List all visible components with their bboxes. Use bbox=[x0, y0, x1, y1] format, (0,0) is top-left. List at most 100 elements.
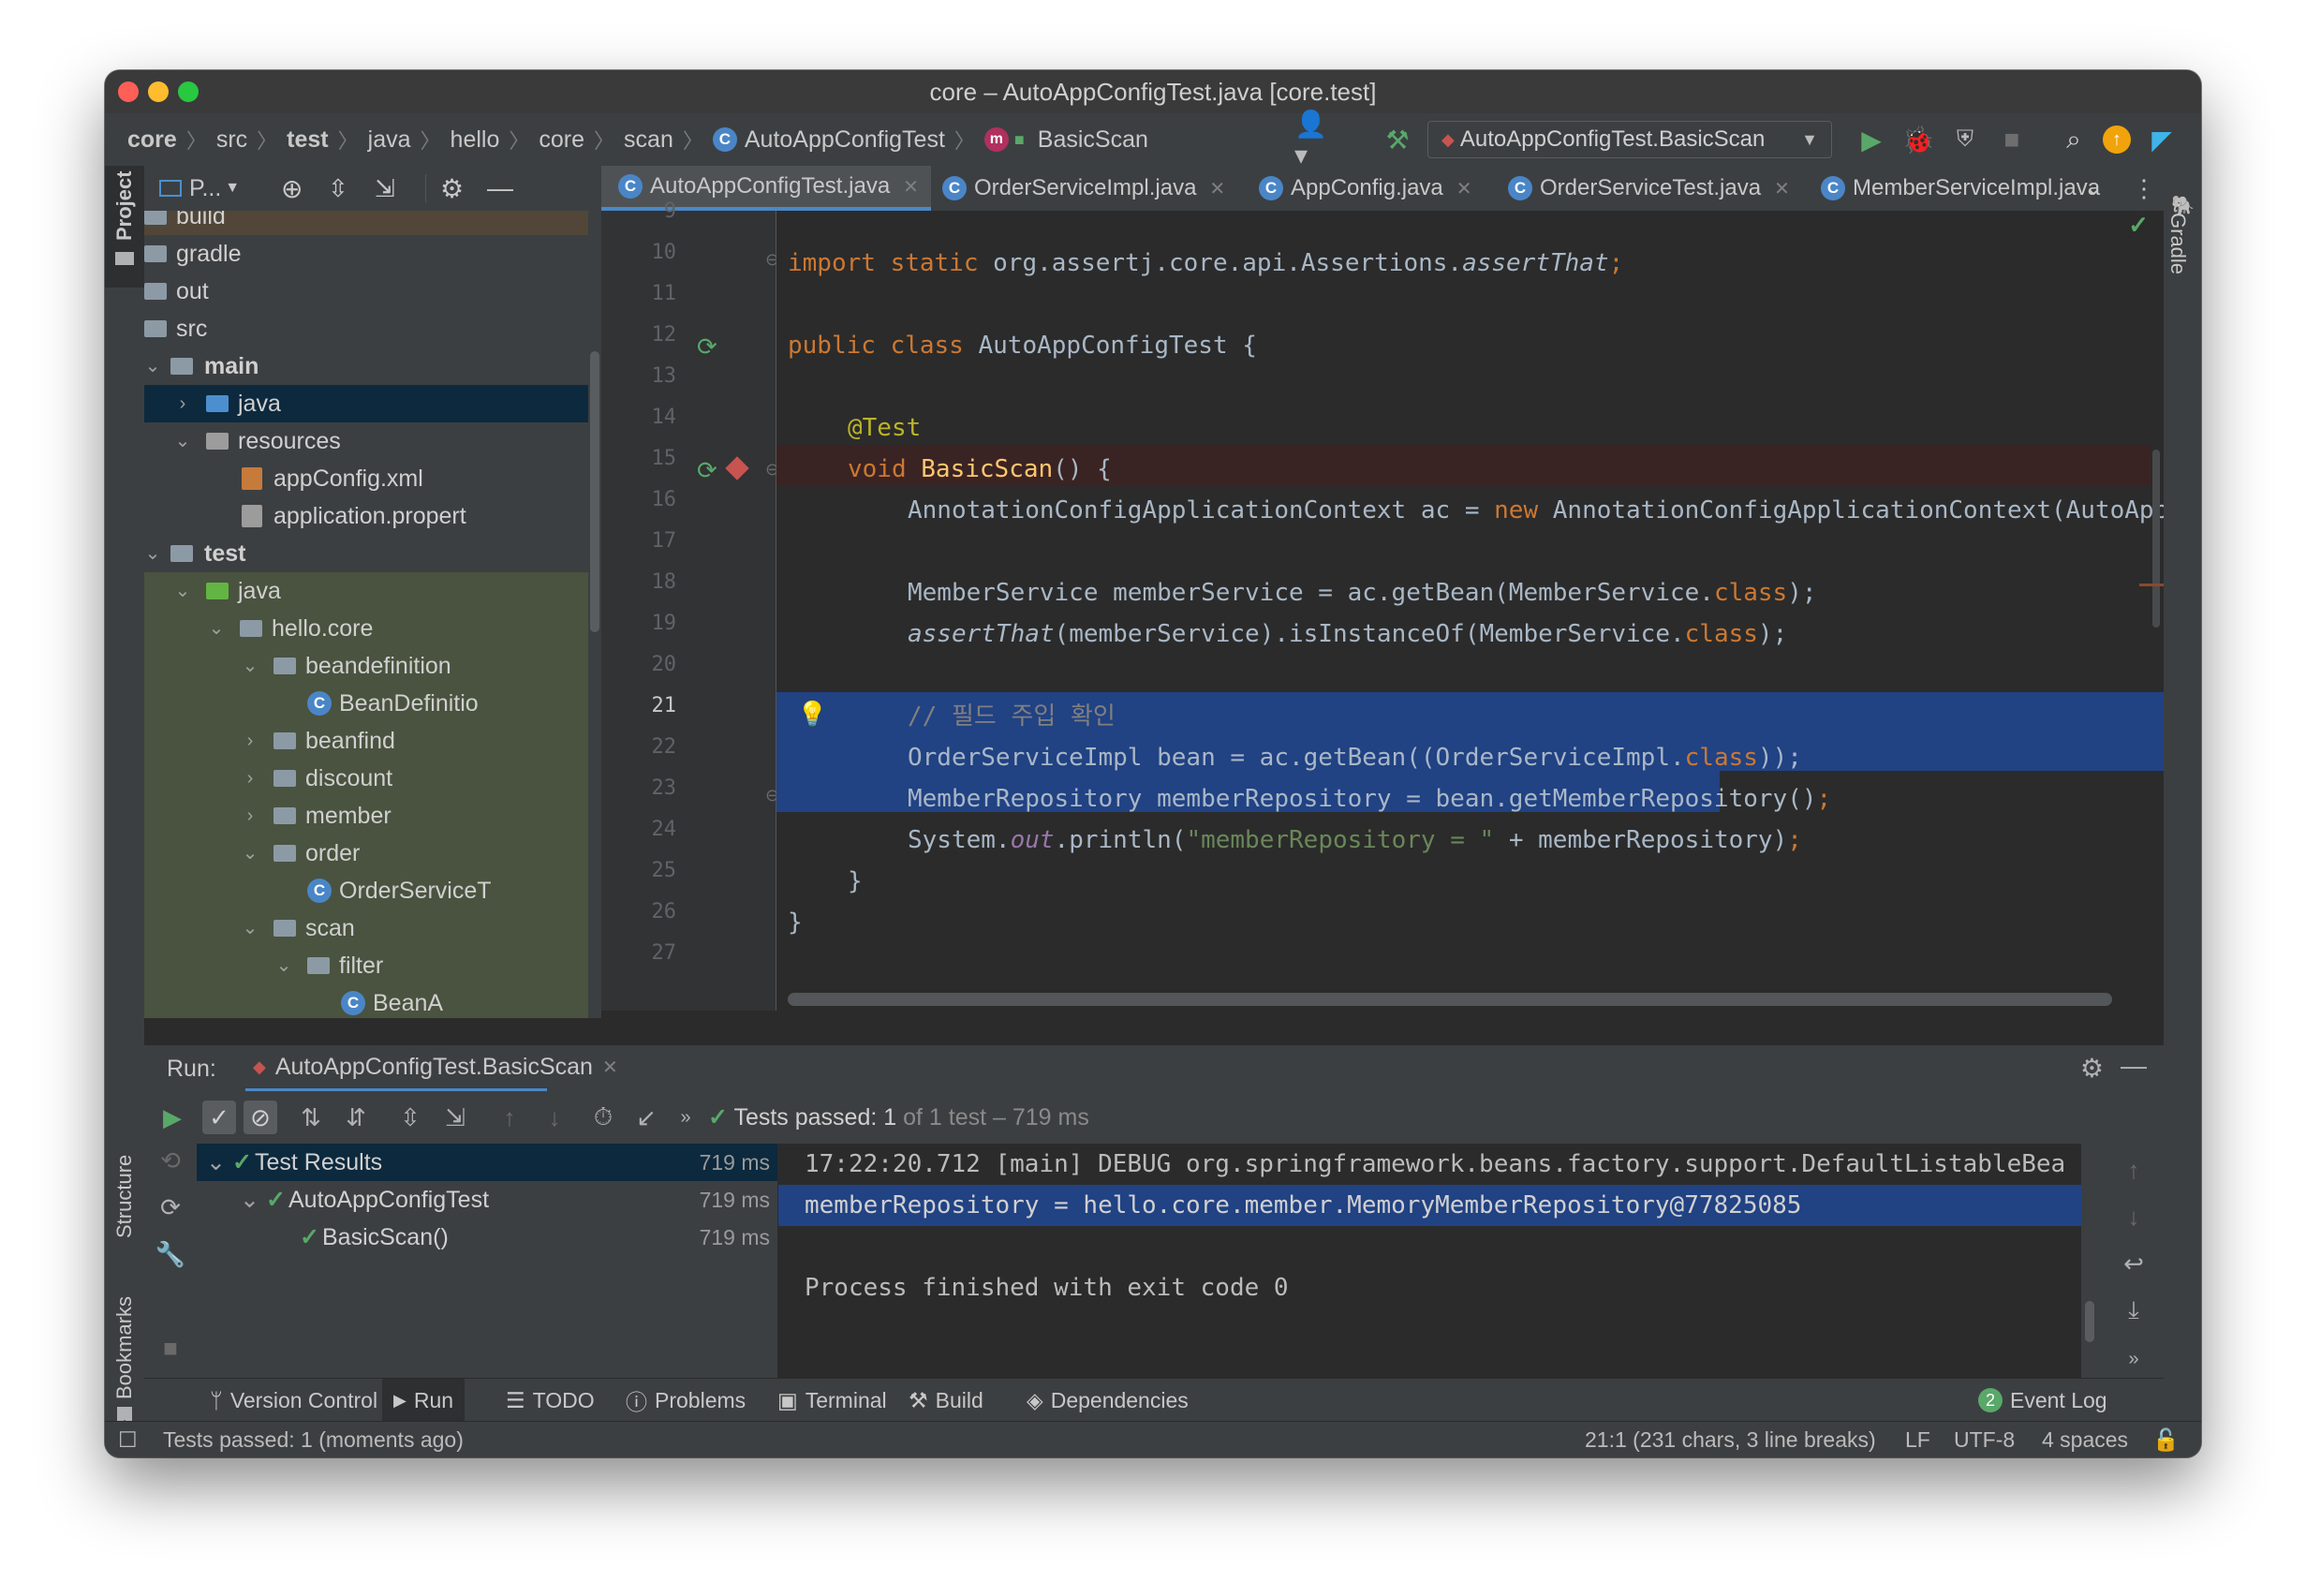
tree-item[interactable]: ⌄ filter bbox=[144, 947, 588, 984]
indent-setting[interactable]: 4 spaces bbox=[2042, 1422, 2128, 1457]
editor-vertical-scrollbar[interactable] bbox=[2152, 450, 2160, 628]
tree-item[interactable]: C OrderServiceT bbox=[144, 872, 588, 909]
tree-item[interactable]: › beanfind bbox=[144, 722, 588, 760]
inspection-ok-icon[interactable]: ✓ bbox=[2128, 211, 2149, 240]
run-icon[interactable]: ▶ bbox=[1853, 121, 1890, 158]
breadcrumb-class[interactable]: C AutoAppConfigTest bbox=[712, 126, 945, 154]
project-view-selector[interactable]: P... bbox=[189, 175, 221, 202]
console-output[interactable]: 17:22:20.712 [main] DEBUG org.springfram… bbox=[778, 1144, 2081, 1406]
console-vertical-scrollbar[interactable] bbox=[2085, 1301, 2094, 1342]
close-icon[interactable]: ✕ bbox=[1774, 177, 1790, 200]
rerun-icon[interactable]: ▶ bbox=[155, 1101, 189, 1134]
stop-icon[interactable]: ■ bbox=[1993, 121, 2031, 158]
tab-memberserviceimpl[interactable]: C MemberServiceImpl.java bbox=[1821, 166, 2100, 211]
lightbulb-icon[interactable]: 💡 bbox=[797, 700, 827, 729]
stop-icon[interactable]: ■ bbox=[154, 1331, 187, 1365]
toggle-auto-test-icon[interactable]: ⟳ bbox=[154, 1190, 187, 1224]
tree-item[interactable]: out bbox=[144, 273, 588, 310]
expand-all-icon[interactable]: ⇳ bbox=[328, 174, 348, 203]
tab-dependencies[interactable]: ◈ Dependencies bbox=[1027, 1379, 1189, 1422]
tree-item[interactable]: ⌄ beandefinition bbox=[144, 647, 588, 685]
show-passed-toggle[interactable]: ✓ bbox=[202, 1101, 236, 1134]
lock-icon[interactable]: 🔓 bbox=[2152, 1422, 2180, 1457]
show-ignored-toggle[interactable]: ⊘ bbox=[244, 1101, 277, 1134]
tab-terminal[interactable]: ▣ Terminal bbox=[777, 1379, 887, 1422]
tab-run[interactable]: ▶ Run bbox=[382, 1379, 466, 1422]
tree-item[interactable]: ⌄ main bbox=[144, 347, 588, 385]
tab-orderservicetest[interactable]: C OrderServiceTest.java ✕ bbox=[1508, 166, 1790, 211]
soft-wrap-icon[interactable]: ↩ bbox=[2117, 1247, 2151, 1280]
tab-appconfig[interactable]: C AppConfig.java ✕ bbox=[1259, 166, 1472, 211]
tab-version-control[interactable]: ᛘ Version Control bbox=[210, 1379, 377, 1422]
more-vertical-icon[interactable]: ⋮ bbox=[2132, 166, 2156, 211]
more-actions-icon[interactable]: » bbox=[669, 1101, 702, 1134]
tab-build[interactable]: ⚒ Build bbox=[909, 1379, 983, 1422]
collapse-all-icon[interactable]: ⇲ bbox=[438, 1101, 472, 1134]
build-hammer-icon[interactable]: ⚒ bbox=[1379, 121, 1416, 158]
breadcrumb-item[interactable]: core bbox=[127, 126, 177, 154]
import-tests-icon[interactable]: ↙ bbox=[629, 1101, 663, 1134]
event-log-button[interactable]: 2 Event Log bbox=[1978, 1379, 2107, 1422]
project-tool-button[interactable]: Project bbox=[105, 166, 144, 288]
caret-position[interactable]: 21:1 (231 chars, 3 line breaks) bbox=[1585, 1422, 1876, 1457]
rerun-failed-icon[interactable]: ⟲ bbox=[154, 1144, 187, 1177]
breadcrumb-item[interactable]: src bbox=[216, 126, 247, 154]
tree-item[interactable]: C BeanDefinitio bbox=[144, 685, 588, 722]
minimize-panel-icon[interactable]: — bbox=[2121, 1051, 2147, 1081]
sort-alphabetically-icon[interactable]: ⇅ bbox=[294, 1101, 328, 1134]
up-stack-trace-icon[interactable]: ↑ bbox=[2117, 1153, 2151, 1187]
minimize-panel-icon[interactable]: — bbox=[487, 173, 513, 203]
gradle-tool-label[interactable]: Gradle bbox=[2166, 213, 2190, 274]
toggle-tool-windows-icon[interactable]: ☐ bbox=[118, 1422, 138, 1457]
tab-list-chevron-icon[interactable]: ⌄ bbox=[2085, 166, 2102, 211]
test-method-row[interactable]: ✓ BasicScan() 719 ms bbox=[197, 1219, 777, 1256]
tree-item[interactable]: ⌄ test bbox=[144, 535, 588, 572]
structure-tool-button[interactable]: Structure bbox=[105, 1112, 144, 1262]
tab-todo[interactable]: ☰ TODO bbox=[506, 1379, 595, 1422]
test-history-icon[interactable]: ⏱ bbox=[586, 1101, 620, 1134]
tab-problems[interactable]: ⓘ Problems bbox=[626, 1379, 746, 1422]
scroll-to-end-icon[interactable]: ⤓ bbox=[2117, 1293, 2151, 1327]
tree-item[interactable]: › discount bbox=[144, 760, 588, 797]
locate-icon[interactable]: ⊕ bbox=[281, 173, 303, 204]
close-icon[interactable]: ✕ bbox=[903, 175, 919, 199]
next-failed-icon[interactable]: ↓ bbox=[538, 1101, 571, 1134]
tree-item[interactable]: ⌄ java bbox=[144, 572, 588, 610]
tree-item[interactable]: src bbox=[144, 310, 588, 347]
wrench-icon[interactable]: 🔧 bbox=[154, 1237, 187, 1271]
tree-item[interactable]: application.propert bbox=[144, 497, 588, 535]
tree-item[interactable]: › java bbox=[144, 385, 588, 422]
user-icon[interactable]: 👤▾ bbox=[1294, 110, 1332, 170]
tree-scrollbar[interactable] bbox=[590, 351, 599, 632]
tree-item[interactable]: appConfig.xml bbox=[144, 460, 588, 497]
run-test-icon[interactable]: ⟳ bbox=[697, 332, 717, 362]
line-separator[interactable]: LF bbox=[1905, 1422, 1930, 1457]
more-actions-icon[interactable]: » bbox=[2117, 1342, 2151, 1376]
breadcrumb-item[interactable]: scan bbox=[624, 126, 673, 154]
tree-item[interactable]: ⌄ order bbox=[144, 835, 588, 872]
tree-item[interactable]: ⌄ scan bbox=[144, 909, 588, 947]
update-icon[interactable]: ↑ bbox=[2098, 121, 2136, 158]
collapse-all-icon[interactable]: ⇲ bbox=[375, 174, 395, 203]
coverage-icon[interactable]: ⛨ bbox=[1946, 121, 1984, 158]
tree-item[interactable]: C BeanA bbox=[144, 984, 588, 1018]
code-editor[interactable]: import static org.assertj.core.api.Asser… bbox=[776, 211, 2164, 1011]
sort-by-duration-icon[interactable]: ⇵ bbox=[339, 1101, 373, 1134]
breadcrumb-item[interactable]: test bbox=[287, 126, 328, 154]
close-icon[interactable]: ✕ bbox=[1209, 177, 1225, 200]
down-stack-trace-icon[interactable]: ↓ bbox=[2117, 1200, 2151, 1234]
run-test-icon[interactable]: ⟳ bbox=[697, 456, 717, 485]
tree-item[interactable]: › member bbox=[144, 797, 588, 835]
breadcrumb-item[interactable]: java bbox=[368, 126, 411, 154]
debug-icon[interactable]: 🐞 bbox=[1899, 121, 1937, 158]
close-icon[interactable]: ✕ bbox=[1456, 177, 1472, 200]
test-results-row[interactable]: ⌄ ✓ Test Results 719 ms bbox=[197, 1144, 777, 1181]
file-encoding[interactable]: UTF-8 bbox=[1954, 1422, 2015, 1457]
plugin-icon[interactable]: ◤ bbox=[2143, 121, 2180, 158]
breadcrumb-item[interactable]: hello bbox=[451, 126, 500, 154]
tree-item[interactable]: build bbox=[144, 211, 588, 235]
run-configuration-select[interactable]: ◆ AutoAppConfigTest.BasicScan ▼ bbox=[1427, 121, 1832, 158]
run-tab[interactable]: ◆ AutoAppConfigTest.BasicScan ✕ bbox=[245, 1045, 618, 1092]
gear-icon[interactable]: ⚙ bbox=[2080, 1053, 2104, 1084]
tree-item[interactable]: ⌄ resources bbox=[144, 422, 588, 460]
